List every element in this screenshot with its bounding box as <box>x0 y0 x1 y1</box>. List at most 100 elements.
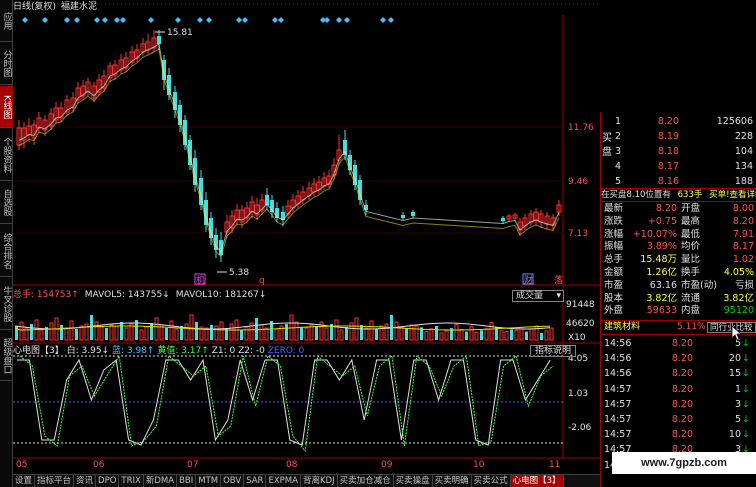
volume-bar <box>174 328 179 341</box>
quote-value: 59633 <box>646 305 677 317</box>
signal-diamond <box>148 17 154 23</box>
position-detail-link[interactable]: 买单!查看详细 <box>709 190 756 200</box>
bottom-tab-10[interactable]: EXPMA <box>266 475 301 487</box>
kline-chart[interactable]: 15.815.38机 q 财落 11.769.467.139144846620X10… <box>13 0 600 472</box>
bottom-tab-11[interactable]: 背离KDJ <box>301 475 338 487</box>
left-tab-7[interactable]: 超级盘口 <box>0 331 13 381</box>
bottom-tab-8[interactable]: OBV <box>221 475 245 487</box>
signal-diamond <box>197 17 203 23</box>
volume-bar <box>525 331 528 340</box>
bottom-tab-0[interactable]: 设置 <box>13 475 36 487</box>
indicator-lines <box>17 354 554 453</box>
volume-bar <box>435 326 438 340</box>
bottom-tab-4[interactable]: TRIX <box>119 475 144 487</box>
volume-bar <box>345 327 348 340</box>
bottom-tab-2[interactable]: 资讯 <box>74 475 97 487</box>
quote-value: +0.75 <box>647 215 677 227</box>
signal-diamond <box>388 17 394 23</box>
volume-bar <box>369 320 374 341</box>
order-level: 1 <box>615 116 622 127</box>
volume-bar <box>165 328 168 340</box>
high-price-label: 15.81 <box>167 28 193 38</box>
quote-value: 3.82亿 <box>723 292 754 304</box>
volume-bar <box>99 326 104 341</box>
quote-value: 8.20 <box>732 215 754 227</box>
volume-axis-label-1: 46620 <box>566 319 595 329</box>
volume-bar <box>94 321 99 341</box>
order-book-row[interactable]: 1 8.20 125606 <box>601 114 756 129</box>
order-book-row[interactable]: 2 8.19 228 <box>601 129 756 144</box>
volume-bar <box>444 330 449 341</box>
signal-diamond <box>114 17 120 23</box>
left-tab-0[interactable]: 应用 <box>0 0 13 42</box>
volume-bar <box>75 329 78 340</box>
left-tab-4[interactable]: 自选股 <box>0 182 13 224</box>
volume-bar <box>424 331 429 341</box>
bottom-tab-1[interactable]: 指标平台 <box>35 475 75 487</box>
quote-row: 外盘 59633 内盘 95120 <box>601 305 756 316</box>
left-tab-2[interactable]: K线图 <box>0 86 13 128</box>
order-price: 8.20 <box>657 116 679 127</box>
volume-bar <box>315 326 318 340</box>
left-tab-3[interactable]: 个股资料 <box>0 129 13 181</box>
quote-value: 7.91 <box>732 228 754 240</box>
chart-area[interactable]: 日线(复权) 福建水泥 15.81 5.38 机 q 财落 11.76 9.46 7.13 91… <box>13 0 600 472</box>
order-book-row[interactable]: 3 8.18 104 <box>601 144 756 159</box>
left-tab-bar: 应用 分时图 K线图 个股资料 自选股 综合排名 牛叉诊股 超级盘口 <box>0 0 13 487</box>
order-price: 8.16 <box>657 176 679 187</box>
position-bar[interactable]: 在买盘8.10位置有 633手 买单!查看详细 <box>601 189 756 201</box>
volume-bar <box>229 323 234 341</box>
trade-tick-row: 14:56 8.20 20 ↓ <box>601 351 756 366</box>
volume-bar <box>39 329 44 341</box>
volume-bar <box>79 325 84 341</box>
trade-price: 8.20 <box>671 414 693 425</box>
bottom-tab-9[interactable]: SAR <box>244 475 267 487</box>
left-tab-5[interactable]: 综合排名 <box>0 225 13 277</box>
volume-bar <box>489 322 494 341</box>
volume-bar <box>49 322 54 341</box>
volume-bar <box>499 330 504 341</box>
volume-bar <box>465 331 468 340</box>
bottom-tab-5[interactable]: 新DMA <box>144 475 178 487</box>
signal-diamond <box>42 17 48 23</box>
quote-row: 市盈 63.16 市盈(动) 亏损 <box>601 280 756 291</box>
quote-label: 涨幅 <box>604 228 624 240</box>
volume-indicator-select[interactable]: 成交量 ▾ <box>512 290 564 302</box>
bottom-tab-6[interactable]: BBI <box>177 475 197 487</box>
bottom-tab-3[interactable]: DPO <box>96 475 120 487</box>
bottom-tab-16[interactable]: 心电图【3】 <box>510 475 564 487</box>
trade-time: 14:57 <box>604 398 632 410</box>
signal-diamond <box>64 17 70 23</box>
order-book-row[interactable]: 4 8.17 134 <box>601 159 756 174</box>
bottom-tab-13[interactable]: 买卖操盘 <box>394 475 433 487</box>
left-tab-6[interactable]: 牛叉诊股 <box>0 278 13 330</box>
indicator-white-line <box>17 358 551 446</box>
quote-value: 3.82亿 <box>646 292 677 304</box>
low-price-label: 5.38 <box>229 268 249 278</box>
trade-time: 14:56 <box>604 368 632 380</box>
date-label: 10 <box>473 460 485 470</box>
volume-bar <box>154 317 159 341</box>
indicator-header: 心电图【3】 白: 3.95↓ 蓝: 3.98↑ 黄值: 3.17↑ Z1: 0… <box>13 345 600 357</box>
volume-bar <box>184 323 189 341</box>
quote-value: 3.89% <box>646 241 677 253</box>
order-book-row[interactable]: 5 8.16 188 <box>601 174 756 189</box>
trade-time: 14:56 <box>604 338 632 349</box>
left-tab-1[interactable]: 分时图 <box>0 43 13 85</box>
trade-tick-row: 14:57 8.20 10 ↓ <box>601 427 756 442</box>
trade-tick-row: 14:57 8.20 5 ↓ <box>601 412 756 427</box>
volume-bar <box>189 314 194 341</box>
arrow-down-icon: ↓ <box>742 338 750 349</box>
volume-bar <box>244 326 249 341</box>
bottom-tab-7[interactable]: MTM <box>196 475 222 487</box>
volume-bar <box>360 325 363 340</box>
indicator-z2: Z2: -0 <box>238 346 265 356</box>
bottom-tab-12[interactable]: 买卖加仓减仓 <box>338 475 394 487</box>
volume-bar <box>394 321 399 341</box>
indicator-help-button[interactable]: 指标说明 <box>530 345 576 357</box>
volume-bar <box>69 320 74 341</box>
bottom-tab-15[interactable]: 买卖公式 <box>472 475 511 487</box>
order-level: 3 <box>615 146 622 157</box>
volume-bar <box>120 322 123 340</box>
bottom-tab-14[interactable]: 买卖明确 <box>433 475 472 487</box>
